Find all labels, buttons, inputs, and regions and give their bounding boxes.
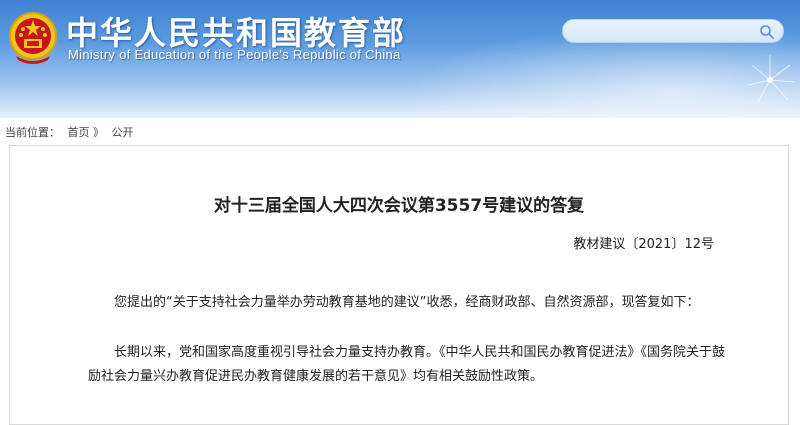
document-number: 教材建议〔2021〕12号 bbox=[573, 237, 714, 252]
document-paragraph: 您提出的“关于支持社会力量举办劳动教育基地的建议”收悉，经商财政部、自然资源部，… bbox=[114, 295, 700, 310]
national-emblem-icon[interactable] bbox=[8, 10, 58, 66]
search-icon[interactable] bbox=[759, 24, 775, 40]
document-paragraph: 长期以来，党和国家高度重视引导社会力量支持办教育。《中华人民共和国民办教育促进法… bbox=[88, 345, 726, 384]
breadcrumb-prefix: 当前位置： bbox=[5, 126, 60, 139]
dandelion-decoration-icon bbox=[747, 55, 796, 103]
breadcrumb-public-link[interactable]: 公开 bbox=[112, 126, 134, 139]
search-input[interactable] bbox=[573, 23, 747, 41]
document-panel: 对十三届全国人大四次会议第3557号建议的答复 教材建议〔2021〕12号 您提… bbox=[9, 145, 789, 425]
breadcrumb-home-link[interactable]: 首页 bbox=[68, 126, 90, 139]
breadcrumb: 当前位置： 首页 》 公开 bbox=[5, 124, 134, 140]
breadcrumb-separator: 》 bbox=[93, 126, 104, 139]
site-header: 中华人民共和国教育部 Ministry of Education of the … bbox=[0, 0, 800, 118]
site-subtitle: Ministry of Education of the People's Re… bbox=[68, 47, 401, 62]
document-title: 对十三届全国人大四次会议第3557号建议的答复 bbox=[213, 196, 585, 216]
